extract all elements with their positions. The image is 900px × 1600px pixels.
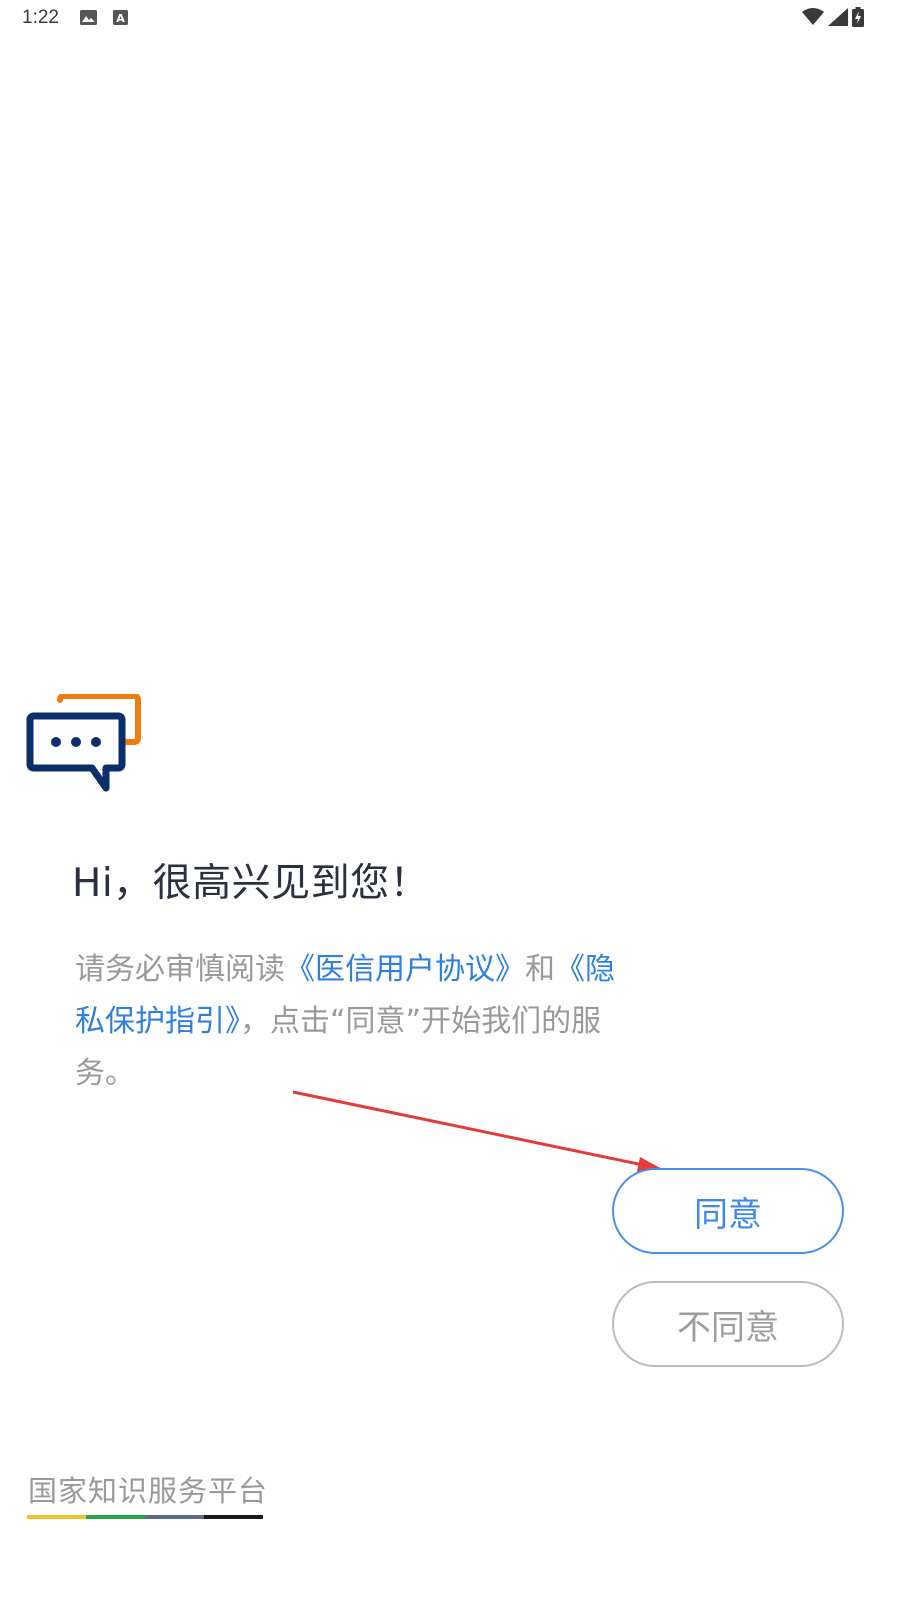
- battery-charging-icon: [852, 7, 864, 31]
- disagree-button[interactable]: 不同意: [612, 1281, 844, 1367]
- svg-text:A: A: [116, 12, 125, 25]
- status-time: 1:22: [22, 7, 59, 28]
- image-icon: [80, 10, 97, 29]
- keyboard-a-icon: A: [113, 10, 128, 29]
- platform-color-bar: [27, 1515, 263, 1519]
- bar-segment-yellow: [27, 1515, 86, 1519]
- status-bar: 1:22 A: [0, 0, 900, 36]
- greeting-title: Hi，很高兴见到您！: [72, 861, 430, 906]
- bar-segment-green: [86, 1515, 145, 1519]
- signal-icon: [828, 8, 848, 30]
- agree-button[interactable]: 同意: [612, 1168, 844, 1254]
- consent-prefix: 请务必审慎阅读: [75, 952, 285, 987]
- user-agreement-link[interactable]: 《医信用户协议》: [285, 952, 525, 987]
- status-left-icons: A: [80, 10, 128, 29]
- bar-segment-black: [204, 1515, 263, 1519]
- chat-bubbles-icon: [26, 693, 141, 792]
- wifi-icon: [802, 8, 824, 30]
- consent-text: 请务必审慎阅读《医信用户协议》和《隐私保护指引》，点击“同意”开始我们的服务。: [75, 944, 635, 1100]
- consent-and: 和: [525, 952, 555, 987]
- app-logo: [26, 693, 142, 794]
- platform-name: 国家知识服务平台: [28, 1474, 269, 1508]
- status-right-icons: [802, 7, 864, 31]
- bar-segment-slate: [145, 1515, 204, 1519]
